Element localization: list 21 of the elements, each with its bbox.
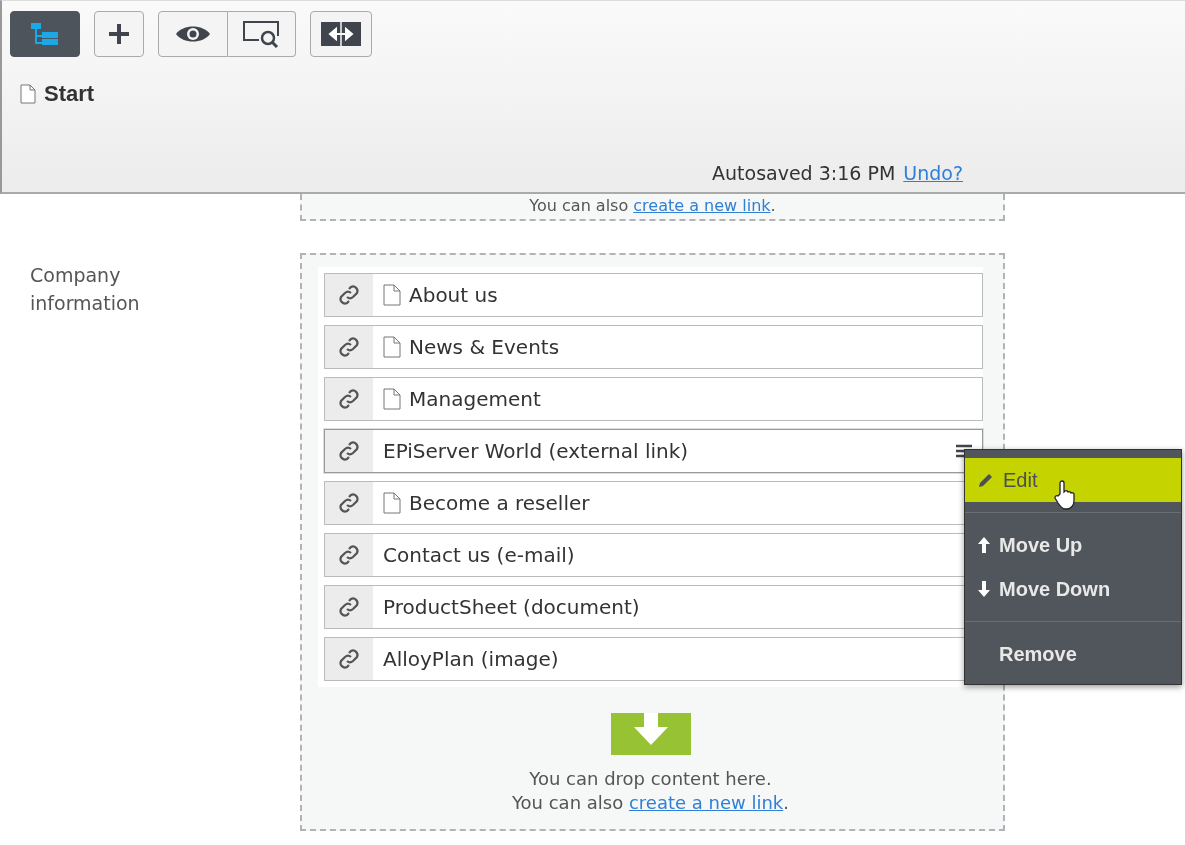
autosave-status: Autosaved 3:16 PM (712, 162, 896, 184)
link-label: News & Events (409, 335, 560, 359)
link-label: AlloyPlan (image) (383, 647, 559, 671)
link-item[interactable]: News & Events (324, 325, 983, 369)
dropzone-hint: You can also create a new link. (511, 791, 790, 815)
link-item[interactable]: About us (324, 273, 983, 317)
field-label: Company information (29, 263, 141, 316)
page-title: Start (44, 81, 95, 107)
link-label: About us (409, 283, 498, 307)
dropzone-hint: You can drop content here. (529, 767, 772, 791)
dropzone-hint: You can also create a new link. (529, 196, 776, 215)
link-label: Management (409, 387, 541, 411)
link-label: Contact us (e-mail) (383, 543, 575, 567)
link-label: EPiServer World (external link) (383, 439, 689, 463)
link-label: ProductSheet (document) (383, 595, 640, 619)
undo-link[interactable]: Undo? (903, 162, 963, 184)
link-item[interactable]: Management (324, 377, 983, 421)
link-item[interactable]: EPiServer World (external link) (324, 429, 983, 473)
create-link[interactable]: create a new link (628, 792, 784, 813)
create-link[interactable]: create a new link (633, 196, 771, 215)
link-label: Become a reseller (409, 491, 590, 515)
